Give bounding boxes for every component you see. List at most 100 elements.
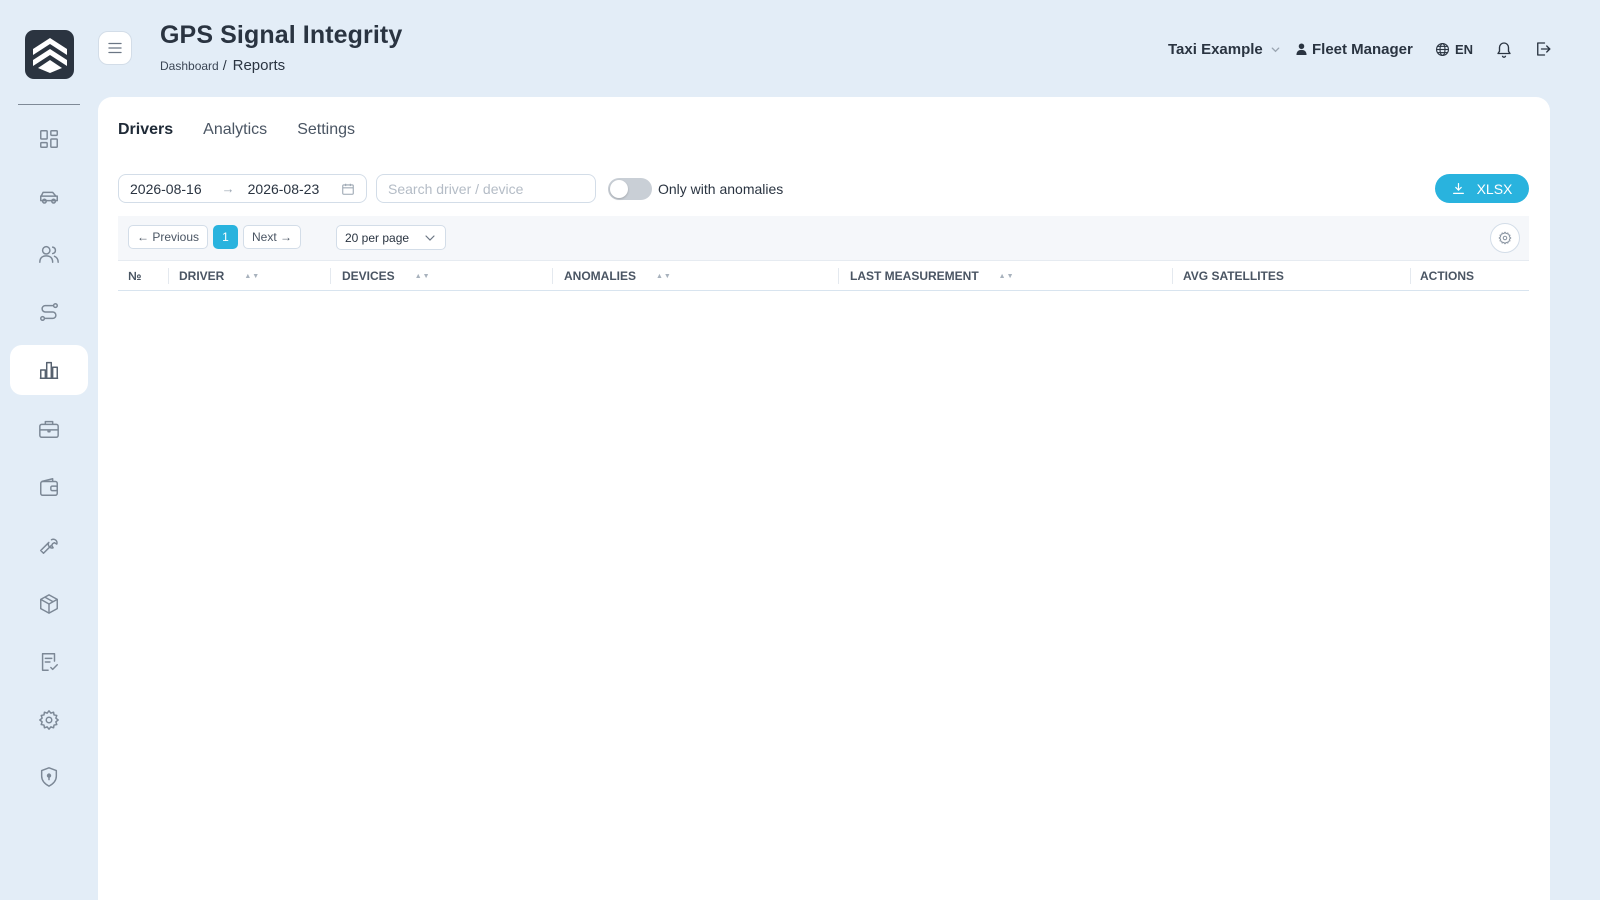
sidebar-item-vehicles[interactable] bbox=[10, 172, 88, 222]
column-actions-label: ACTIONS bbox=[1420, 269, 1474, 283]
table-header: № DRIVER ▲▼ DEVICES ▲▼ ANOMALIES ▲▼ LAST… bbox=[118, 261, 1529, 291]
anomalies-toggle-label: Only with anomalies bbox=[658, 181, 784, 197]
column-divider bbox=[1410, 268, 1411, 284]
breadcrumb: Dashboard / Reports bbox=[160, 57, 285, 74]
tab-analytics[interactable]: Analytics bbox=[203, 121, 267, 139]
logout-button[interactable] bbox=[1534, 40, 1552, 58]
column-avg-satellites: AVG SATELLITES bbox=[1183, 261, 1284, 291]
anomalies-toggle[interactable] bbox=[608, 178, 652, 200]
current-page-button[interactable]: 1 bbox=[213, 225, 238, 249]
page-title: GPS Signal Integrity bbox=[160, 21, 403, 49]
sidebar-item-routes[interactable] bbox=[10, 287, 88, 337]
shield-icon bbox=[40, 767, 58, 787]
logout-icon bbox=[1537, 42, 1551, 56]
search-input[interactable] bbox=[376, 174, 596, 203]
briefcase-icon bbox=[39, 420, 59, 438]
user-role: Fleet Manager bbox=[1312, 40, 1413, 58]
company-selector[interactable]: Taxi Example bbox=[1168, 38, 1281, 60]
column-devices[interactable]: DEVICES ▲▼ bbox=[342, 261, 431, 291]
users-icon bbox=[39, 245, 59, 263]
sidebar-item-inspections[interactable] bbox=[10, 637, 88, 687]
arrow-right-icon: → bbox=[221, 181, 235, 196]
package-icon bbox=[40, 594, 58, 614]
route-icon bbox=[40, 303, 58, 321]
sidebar-item-maintenance[interactable] bbox=[10, 520, 88, 570]
globe-icon bbox=[1436, 42, 1449, 56]
sidebar bbox=[0, 0, 96, 900]
column-devices-label: DEVICES bbox=[342, 269, 395, 283]
download-icon bbox=[1452, 183, 1464, 194]
sort-icon[interactable]: ▲▼ bbox=[415, 273, 431, 280]
column-number-label: № bbox=[128, 269, 142, 283]
sort-icon[interactable]: ▲▼ bbox=[656, 273, 672, 280]
car-icon bbox=[40, 191, 58, 204]
app-logo[interactable] bbox=[25, 30, 74, 79]
toggle-knob bbox=[610, 180, 628, 198]
breadcrumb-current: Reports bbox=[232, 57, 286, 74]
next-page-button[interactable]: Next → bbox=[243, 225, 301, 249]
column-divider bbox=[838, 268, 839, 284]
notifications-button[interactable] bbox=[1495, 39, 1513, 59]
date-range-picker[interactable]: 2026-08-16 → 2026-08-23 bbox=[118, 174, 367, 203]
calendar-icon bbox=[342, 183, 354, 195]
sidebar-item-settings[interactable] bbox=[10, 695, 88, 745]
company-name: Taxi Example bbox=[1168, 40, 1263, 58]
export-label: XLSX bbox=[1476, 180, 1513, 197]
sidebar-item-finance[interactable] bbox=[10, 462, 88, 512]
bell-icon bbox=[1497, 42, 1511, 58]
column-actions: ACTIONS bbox=[1420, 261, 1474, 291]
language-selector[interactable]: EN bbox=[1435, 38, 1473, 60]
column-divider bbox=[330, 268, 331, 284]
wrench-icon bbox=[40, 538, 58, 554]
sidebar-item-dashboard[interactable] bbox=[10, 114, 88, 164]
gear-icon bbox=[39, 710, 59, 730]
language-code: EN bbox=[1455, 41, 1474, 57]
sidebar-item-reports[interactable] bbox=[10, 345, 88, 395]
tabs: Drivers Analytics Settings bbox=[118, 121, 385, 139]
sidebar-divider bbox=[18, 104, 80, 105]
checklist-icon bbox=[41, 653, 58, 671]
table-settings-button[interactable] bbox=[1490, 223, 1520, 253]
gear-icon bbox=[1498, 231, 1512, 245]
dashboard-grid-icon bbox=[40, 130, 58, 148]
sort-icon[interactable]: ▲▼ bbox=[244, 273, 260, 280]
table-toolbar: ← Previous 1 Next → 20 per page bbox=[118, 216, 1529, 261]
anomalies-filter: Only with anomalies bbox=[608, 178, 783, 200]
chevron-down-icon bbox=[425, 235, 435, 241]
column-divider bbox=[168, 268, 169, 284]
per-page-value: 20 per page bbox=[345, 230, 410, 245]
column-divider bbox=[1172, 268, 1173, 284]
column-last-measurement[interactable]: LAST MEASUREMENT ▲▼ bbox=[850, 261, 1015, 291]
main-card: Drivers Analytics Settings 2026-08-16 → … bbox=[98, 97, 1550, 900]
menu-toggle-button[interactable] bbox=[98, 31, 132, 65]
column-avg-satellites-label: AVG SATELLITES bbox=[1183, 269, 1284, 283]
tab-settings[interactable]: Settings bbox=[297, 121, 355, 139]
column-anomalies[interactable]: ANOMALIES ▲▼ bbox=[564, 261, 672, 291]
previous-page-button[interactable]: ← Previous bbox=[128, 225, 208, 249]
column-driver-label: DRIVER bbox=[179, 269, 225, 283]
breadcrumb-separator: / bbox=[222, 57, 227, 73]
export-xlsx-button[interactable]: XLSX bbox=[1435, 174, 1529, 203]
column-number: № bbox=[128, 261, 141, 291]
column-divider bbox=[552, 268, 553, 284]
date-from[interactable]: 2026-08-16 bbox=[130, 181, 202, 197]
per-page-select[interactable]: 20 per page bbox=[336, 225, 446, 250]
wallet-icon bbox=[40, 478, 58, 496]
sidebar-item-inventory[interactable] bbox=[10, 579, 88, 629]
sidebar-item-business[interactable] bbox=[10, 404, 88, 454]
date-to[interactable]: 2026-08-23 bbox=[248, 181, 320, 197]
breadcrumb-dashboard-link[interactable]: Dashboard bbox=[160, 59, 219, 73]
sidebar-item-drivers[interactable] bbox=[10, 229, 88, 279]
bar-chart-icon bbox=[39, 361, 59, 379]
column-driver[interactable]: DRIVER ▲▼ bbox=[179, 261, 260, 291]
logo-chevrons-icon bbox=[32, 37, 67, 73]
sort-icon[interactable]: ▲▼ bbox=[999, 273, 1015, 280]
hamburger-menu-icon bbox=[108, 42, 122, 54]
tab-drivers[interactable]: Drivers bbox=[118, 121, 173, 139]
sidebar-item-security[interactable] bbox=[10, 752, 88, 802]
column-last-measurement-label: LAST MEASUREMENT bbox=[850, 269, 979, 283]
column-anomalies-label: ANOMALIES bbox=[564, 269, 636, 283]
user-icon bbox=[1296, 43, 1307, 55]
chevron-down-icon bbox=[1271, 46, 1280, 52]
user-menu[interactable]: Fleet Manager bbox=[1296, 38, 1413, 60]
